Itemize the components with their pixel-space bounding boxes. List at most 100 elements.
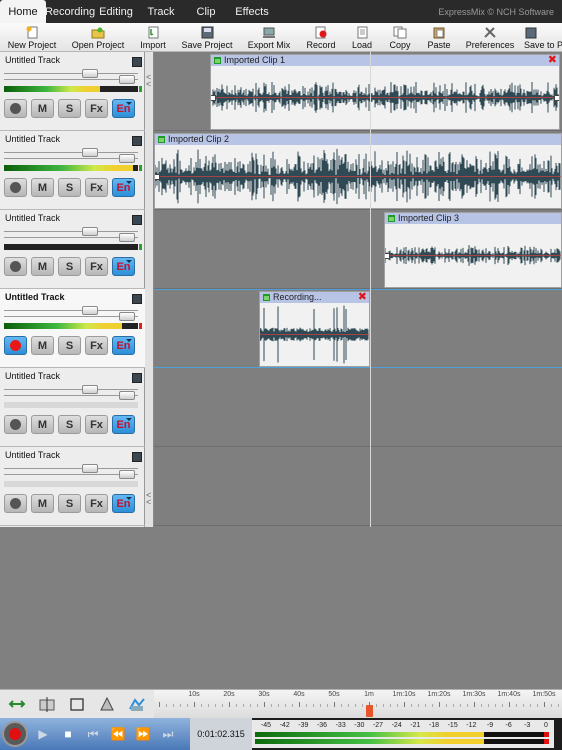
track-header-3[interactable]: Untitled Track M S Fx En bbox=[0, 210, 145, 289]
track-select-box[interactable] bbox=[132, 452, 142, 462]
tab-effects[interactable]: Effects bbox=[228, 0, 276, 23]
track-header-5[interactable]: Untitled Track M S Fx En bbox=[0, 368, 145, 447]
envelope-button[interactable]: En bbox=[112, 257, 135, 276]
play-icon[interactable]: ▶ bbox=[32, 724, 54, 744]
mute-button[interactable]: M bbox=[31, 257, 54, 276]
pan-knob[interactable] bbox=[119, 233, 135, 242]
track-name[interactable]: Untitled Track bbox=[5, 292, 65, 302]
close-icon[interactable]: ✖ bbox=[548, 55, 557, 66]
save-to-button[interactable]: Save to P bbox=[522, 23, 562, 51]
pan-knob[interactable] bbox=[119, 312, 135, 321]
preferences-button[interactable]: Preferences bbox=[458, 23, 522, 51]
record-arm-button[interactable] bbox=[4, 336, 27, 355]
pan-slider[interactable] bbox=[4, 75, 138, 84]
record-icon[interactable] bbox=[2, 721, 28, 747]
import-button[interactable]: Import bbox=[132, 23, 174, 51]
unlock-icon[interactable] bbox=[158, 136, 165, 143]
envelope-button[interactable]: En bbox=[112, 336, 135, 355]
split-tool-icon[interactable] bbox=[38, 696, 56, 712]
fast-forward-icon[interactable]: ⏩ bbox=[132, 724, 154, 744]
track-select-box[interactable] bbox=[132, 294, 142, 304]
envelope-button[interactable]: En bbox=[112, 178, 135, 197]
solo-button[interactable]: S bbox=[58, 415, 81, 434]
envelope-tool-icon[interactable] bbox=[128, 696, 146, 712]
clip-start-handle[interactable] bbox=[155, 174, 160, 180]
timeline-area[interactable]: Imported Clip 1 ✖ Imported Clip 2 Import… bbox=[154, 52, 562, 527]
tab-home[interactable]: Home bbox=[0, 0, 46, 23]
open-project-button[interactable]: Open Project bbox=[64, 23, 132, 51]
unlock-icon[interactable] bbox=[214, 57, 221, 64]
envelope-button[interactable]: En bbox=[112, 494, 135, 513]
track-panel-collapse-strip[interactable]: < < < < bbox=[145, 52, 154, 527]
fade-tool-icon[interactable] bbox=[98, 696, 116, 712]
fx-button[interactable]: Fx bbox=[85, 99, 108, 118]
pan-slider[interactable] bbox=[4, 470, 138, 479]
fx-button[interactable]: Fx bbox=[85, 336, 108, 355]
clip-header[interactable]: Imported Clip 3 bbox=[385, 213, 561, 224]
track-select-box[interactable] bbox=[132, 215, 142, 225]
pan-slider[interactable] bbox=[4, 391, 138, 400]
clip-header[interactable]: Imported Clip 2 bbox=[155, 134, 561, 145]
mute-button[interactable]: M bbox=[31, 99, 54, 118]
fx-button[interactable]: Fx bbox=[85, 494, 108, 513]
recording-clip[interactable]: Recording... ✖ bbox=[259, 291, 370, 367]
clip-start-handle[interactable] bbox=[385, 253, 390, 259]
audio-clip[interactable]: Imported Clip 2 bbox=[154, 133, 562, 209]
skip-to-end-icon[interactable]: ⏭ bbox=[157, 724, 179, 744]
pan-slider[interactable] bbox=[4, 233, 138, 242]
track-select-box[interactable] bbox=[132, 57, 142, 67]
track-name[interactable]: Untitled Track bbox=[5, 371, 60, 381]
fx-button[interactable]: Fx bbox=[85, 178, 108, 197]
playhead-line[interactable] bbox=[370, 52, 371, 527]
clip-start-handle[interactable] bbox=[211, 95, 216, 101]
save-project-button[interactable]: Save Project bbox=[174, 23, 240, 51]
record-arm-button[interactable] bbox=[4, 99, 27, 118]
track-lane[interactable] bbox=[154, 447, 562, 526]
record-button[interactable]: Record bbox=[298, 23, 344, 51]
clip-header[interactable]: Recording... ✖ bbox=[260, 292, 369, 303]
track-name[interactable]: Untitled Track bbox=[5, 134, 60, 144]
solo-button[interactable]: S bbox=[58, 336, 81, 355]
clip-end-handle[interactable] bbox=[554, 95, 559, 101]
solo-button[interactable]: S bbox=[58, 178, 81, 197]
pan-knob[interactable] bbox=[119, 75, 135, 84]
track-select-box[interactable] bbox=[132, 373, 142, 383]
stop-icon[interactable]: ■ bbox=[57, 724, 79, 744]
track-header-1[interactable]: Untitled Track M S Fx En bbox=[0, 52, 145, 131]
solo-button[interactable]: S bbox=[58, 99, 81, 118]
tab-clip[interactable]: Clip bbox=[184, 0, 228, 23]
track-lane[interactable] bbox=[154, 368, 562, 447]
record-arm-button[interactable] bbox=[4, 257, 27, 276]
paste-button[interactable]: Paste bbox=[420, 23, 458, 51]
tab-track[interactable]: Track bbox=[138, 0, 184, 23]
clip-header[interactable]: Imported Clip 1 ✖ bbox=[211, 55, 559, 66]
fx-button[interactable]: Fx bbox=[85, 415, 108, 434]
skip-to-start-icon[interactable]: ⏮ bbox=[82, 724, 104, 744]
track-header-6[interactable]: Untitled Track M S Fx En bbox=[0, 447, 145, 526]
mute-button[interactable]: M bbox=[31, 415, 54, 434]
close-icon[interactable]: ✖ bbox=[358, 292, 367, 303]
track-header-2[interactable]: Untitled Track M S Fx En bbox=[0, 131, 145, 210]
pan-slider[interactable] bbox=[4, 154, 138, 163]
pan-slider[interactable] bbox=[4, 312, 138, 321]
pan-knob[interactable] bbox=[119, 154, 135, 163]
unlock-icon[interactable] bbox=[388, 215, 395, 222]
audio-clip[interactable]: Imported Clip 1 ✖ bbox=[210, 54, 560, 130]
mute-button[interactable]: M bbox=[31, 178, 54, 197]
record-arm-button[interactable] bbox=[4, 415, 27, 434]
track-header-4[interactable]: Untitled Track M S Fx En bbox=[0, 289, 145, 368]
solo-button[interactable]: S bbox=[58, 494, 81, 513]
solo-button[interactable]: S bbox=[58, 257, 81, 276]
unlock-icon[interactable] bbox=[263, 294, 270, 301]
move-tool-icon[interactable] bbox=[8, 696, 26, 712]
track-name[interactable]: Untitled Track bbox=[5, 213, 60, 223]
select-tool-icon[interactable] bbox=[68, 696, 86, 712]
tab-editing[interactable]: Editing bbox=[94, 0, 138, 23]
track-name[interactable]: Untitled Track bbox=[5, 450, 60, 460]
fx-button[interactable]: Fx bbox=[85, 257, 108, 276]
track-name[interactable]: Untitled Track bbox=[5, 55, 60, 65]
tab-recording[interactable]: Recording bbox=[45, 0, 95, 23]
track-select-box[interactable] bbox=[132, 136, 142, 146]
envelope-button[interactable]: En bbox=[112, 415, 135, 434]
collapse-chevron-icon[interactable]: < < bbox=[146, 491, 151, 507]
